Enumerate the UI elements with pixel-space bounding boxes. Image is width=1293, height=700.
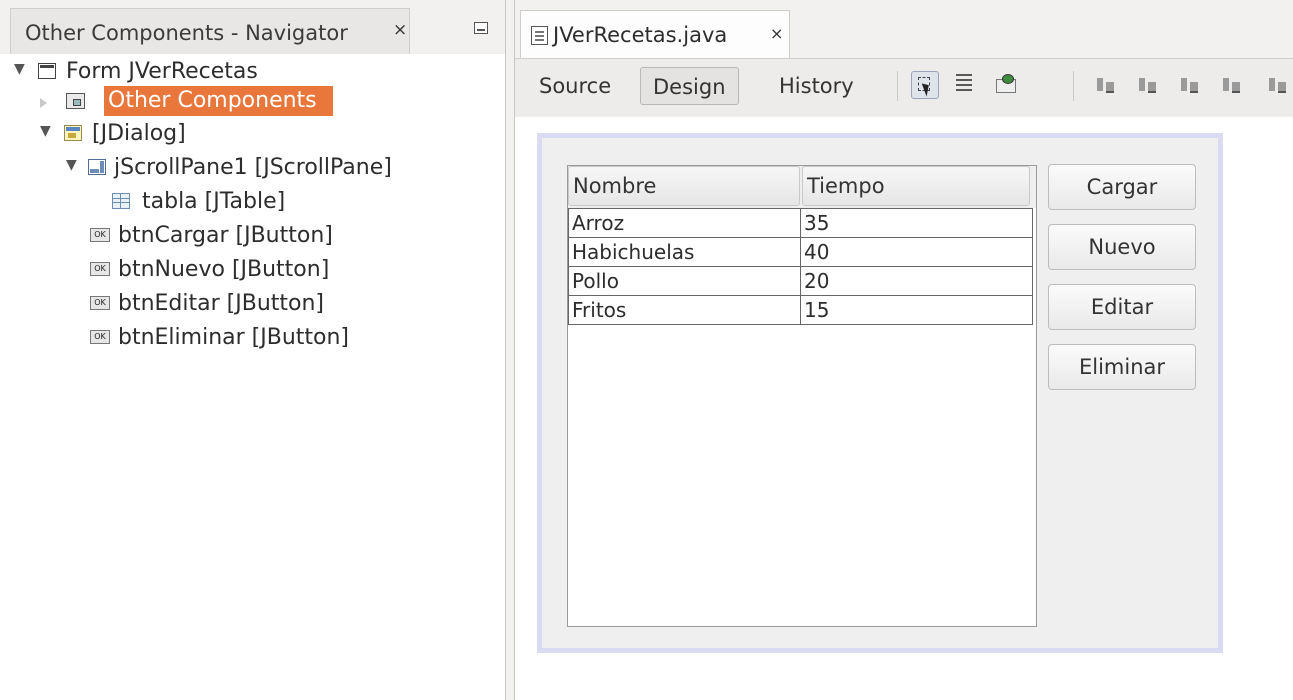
collapsed-toggle-icon[interactable] bbox=[40, 98, 47, 108]
selection-highlight[interactable]: Other Components bbox=[104, 86, 333, 116]
table-cell[interactable]: Pollo bbox=[568, 266, 801, 296]
navigator-header: Other Components - Navigator × bbox=[0, 0, 505, 54]
tree-node-label: tabla [JTable] bbox=[142, 188, 286, 214]
tree-node-label: btnCargar [JButton] bbox=[118, 222, 333, 248]
table-row[interactable]: Fritos 15 bbox=[568, 295, 1036, 325]
navigator-tab[interactable]: Other Components - Navigator × bbox=[10, 8, 410, 54]
other-components-icon bbox=[66, 93, 85, 109]
table-cell[interactable]: 15 bbox=[800, 295, 1033, 325]
source-button[interactable]: Source bbox=[527, 67, 623, 105]
align-left-icon[interactable] bbox=[1095, 73, 1117, 95]
tree-node-dialog[interactable]: ▼ [JDialog] bbox=[40, 116, 186, 150]
table-cell[interactable]: 35 bbox=[800, 208, 1033, 238]
file-tab-title: JVerRecetas.java bbox=[553, 23, 728, 47]
table-cell[interactable]: 40 bbox=[800, 237, 1033, 267]
expand-toggle-icon[interactable]: ▼ bbox=[40, 123, 51, 139]
button-icon: OK bbox=[90, 228, 110, 242]
scroll-pane-icon bbox=[88, 159, 106, 175]
column-header-nombre[interactable]: Nombre bbox=[568, 166, 800, 206]
table-header: Nombre Tiempo bbox=[568, 166, 1036, 208]
design-canvas[interactable]: Nombre Tiempo Arroz 35 Habichuelas 40 Po… bbox=[515, 117, 1293, 700]
editor-toolbar: Source Design History bbox=[515, 58, 1293, 118]
recetas-table[interactable]: Nombre Tiempo Arroz 35 Habichuelas 40 Po… bbox=[567, 165, 1037, 627]
eliminar-button[interactable]: Eliminar bbox=[1048, 344, 1196, 390]
preview-design-icon[interactable] bbox=[993, 71, 1021, 99]
table-cell[interactable]: 20 bbox=[800, 266, 1033, 296]
editor-panel: JVerRecetas.java × Source Design History… bbox=[514, 0, 1293, 700]
align-bottom-icon[interactable] bbox=[1267, 73, 1289, 95]
design-button[interactable]: Design bbox=[640, 67, 739, 105]
component-tree: ▼ Form JVerRecetas Other Components ▼ [J… bbox=[0, 54, 505, 700]
tree-node-label: Form JVerRecetas bbox=[66, 58, 258, 84]
tree-node-label: btnEliminar [JButton] bbox=[118, 324, 350, 350]
table-row[interactable]: Habichuelas 40 bbox=[568, 237, 1036, 267]
history-button[interactable]: History bbox=[767, 67, 866, 105]
tree-node-label: btnEditar [JButton] bbox=[118, 290, 325, 316]
tree-node-label: btnNuevo [JButton] bbox=[118, 256, 330, 282]
table-cell[interactable]: Arroz bbox=[568, 208, 801, 238]
close-icon[interactable]: × bbox=[393, 20, 407, 40]
tree-node-label: jScrollPane1 [JScrollPane] bbox=[114, 154, 392, 180]
button-icon: OK bbox=[90, 330, 110, 344]
expand-toggle-icon[interactable]: ▼ bbox=[14, 61, 25, 77]
cargar-button[interactable]: Cargar bbox=[1048, 164, 1196, 210]
tree-node-other-components[interactable] bbox=[66, 84, 85, 118]
tree-node-label: Other Components bbox=[108, 88, 317, 113]
align-top-icon[interactable] bbox=[1221, 73, 1243, 95]
navigator-tab-title: Other Components - Navigator bbox=[25, 21, 348, 45]
toolbar-separator bbox=[897, 71, 898, 101]
minimize-icon[interactable] bbox=[474, 22, 488, 34]
table-row[interactable]: Arroz 35 bbox=[568, 208, 1036, 238]
align-right-icon[interactable] bbox=[1137, 73, 1159, 95]
selection-mode-icon[interactable] bbox=[911, 71, 939, 99]
java-file-icon bbox=[531, 26, 548, 45]
column-header-tiempo[interactable]: Tiempo bbox=[802, 166, 1030, 206]
tree-node-btn-nuevo[interactable]: OK btnNuevo [JButton] bbox=[90, 252, 329, 286]
toolbar-separator bbox=[1073, 71, 1074, 101]
jdialog-form[interactable]: Nombre Tiempo Arroz 35 Habichuelas 40 Po… bbox=[537, 133, 1223, 653]
navigator-panel: Other Components - Navigator × ▼ Form JV… bbox=[0, 0, 506, 700]
tree-node-btn-eliminar[interactable]: OK btnEliminar [JButton] bbox=[90, 320, 349, 354]
nuevo-button[interactable]: Nuevo bbox=[1048, 224, 1196, 270]
close-icon[interactable]: × bbox=[770, 24, 783, 43]
tree-node-btn-editar[interactable]: OK btnEditar [JButton] bbox=[90, 286, 324, 320]
tree-node-scroll-pane[interactable]: ▼ jScrollPane1 [JScrollPane] bbox=[66, 150, 392, 184]
button-icon: OK bbox=[90, 262, 110, 276]
connection-mode-icon[interactable] bbox=[951, 71, 979, 99]
tree-node-table[interactable]: tabla [JTable] bbox=[112, 184, 285, 218]
button-icon: OK bbox=[90, 296, 110, 310]
form-icon bbox=[38, 63, 56, 79]
editar-button[interactable]: Editar bbox=[1048, 284, 1196, 330]
tree-node-form[interactable]: ▼ Form JVerRecetas bbox=[14, 54, 258, 88]
expand-toggle-icon[interactable]: ▼ bbox=[66, 157, 77, 173]
tree-node-label: [JDialog] bbox=[92, 120, 186, 146]
file-tab[interactable]: JVerRecetas.java × bbox=[520, 10, 790, 58]
dialog-icon bbox=[64, 125, 82, 141]
tree-node-btn-cargar[interactable]: OK btnCargar [JButton] bbox=[90, 218, 333, 252]
table-icon bbox=[112, 193, 130, 209]
center-horizontally-icon[interactable] bbox=[1179, 73, 1201, 95]
table-row[interactable]: Pollo 20 bbox=[568, 266, 1036, 296]
table-cell[interactable]: Habichuelas bbox=[568, 237, 801, 267]
table-cell[interactable]: Fritos bbox=[568, 295, 801, 325]
